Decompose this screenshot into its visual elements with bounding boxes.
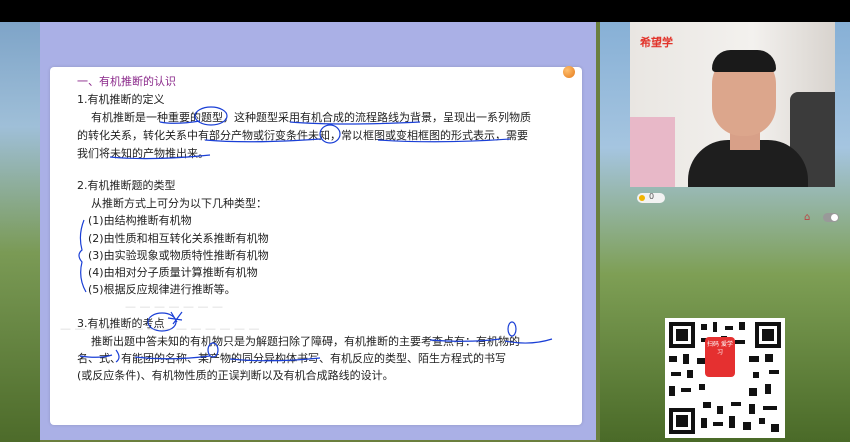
- teacher-hair: [712, 50, 776, 72]
- qr-badge: 扫码 爱学习: [705, 337, 735, 377]
- key-points-line-3: (或反应条件)、有机物性质的正误判断以及有机合成路线的设计。: [77, 369, 394, 382]
- home-icon[interactable]: ⌂: [804, 212, 810, 223]
- heading-types: 2.有机推断题的类型: [77, 179, 176, 192]
- type-item: (1)由结构推断有机物: [88, 214, 192, 227]
- definition-line-1: 有机推断是一种重要的题型，这种题型采用有机合成的流程路线为背景，呈现出一系列物质: [91, 111, 531, 124]
- pin-icon: [563, 66, 575, 78]
- section-title: 一、有机推断的认识: [77, 75, 176, 88]
- like-count: 0: [649, 192, 655, 201]
- watermark: — — — — — — —: [125, 300, 223, 313]
- toggle-knob: [831, 214, 838, 221]
- heading-definition: 1.有机推断的定义: [77, 93, 165, 106]
- type-item: (4)由相对分子质量计算推断有机物: [88, 266, 258, 279]
- background-wall: [630, 117, 675, 187]
- type-item: (3)由实验现象或物质特性推断有机物: [88, 249, 269, 262]
- qr-code: [665, 318, 785, 438]
- type-item: (2)由性质和相互转化关系推断有机物: [88, 232, 269, 245]
- top-bar: [0, 0, 850, 22]
- background-left: [0, 22, 40, 442]
- watermark: — — — — — — — — — — — — — —: [60, 322, 260, 335]
- definition-line-2: 的转化关系，转化关系中有部分产物或衍变条件未知，常以框图或变相框图的形式表示，需…: [77, 129, 528, 142]
- like-icon: [639, 195, 645, 201]
- definition-line-3: 我们将未知的产物推出来。: [77, 147, 209, 160]
- types-intro: 从推断方式上可分为以下几种类型：: [91, 197, 267, 210]
- teacher-video: 希望学: [630, 22, 835, 187]
- brand-logo: 希望学: [640, 36, 673, 49]
- key-points-line-1: 推断出题中答未知的有机物只是为解题扫除了障碍，有机推断的主要考查点有：有机物的: [91, 335, 520, 348]
- key-points-line-2: 名、式、有能团的名称、某产物的同分异构体书写、有机反应的类型、陌生方程式的书写: [77, 352, 506, 365]
- type-item: (5)根据反应规律进行推断等。: [88, 283, 236, 296]
